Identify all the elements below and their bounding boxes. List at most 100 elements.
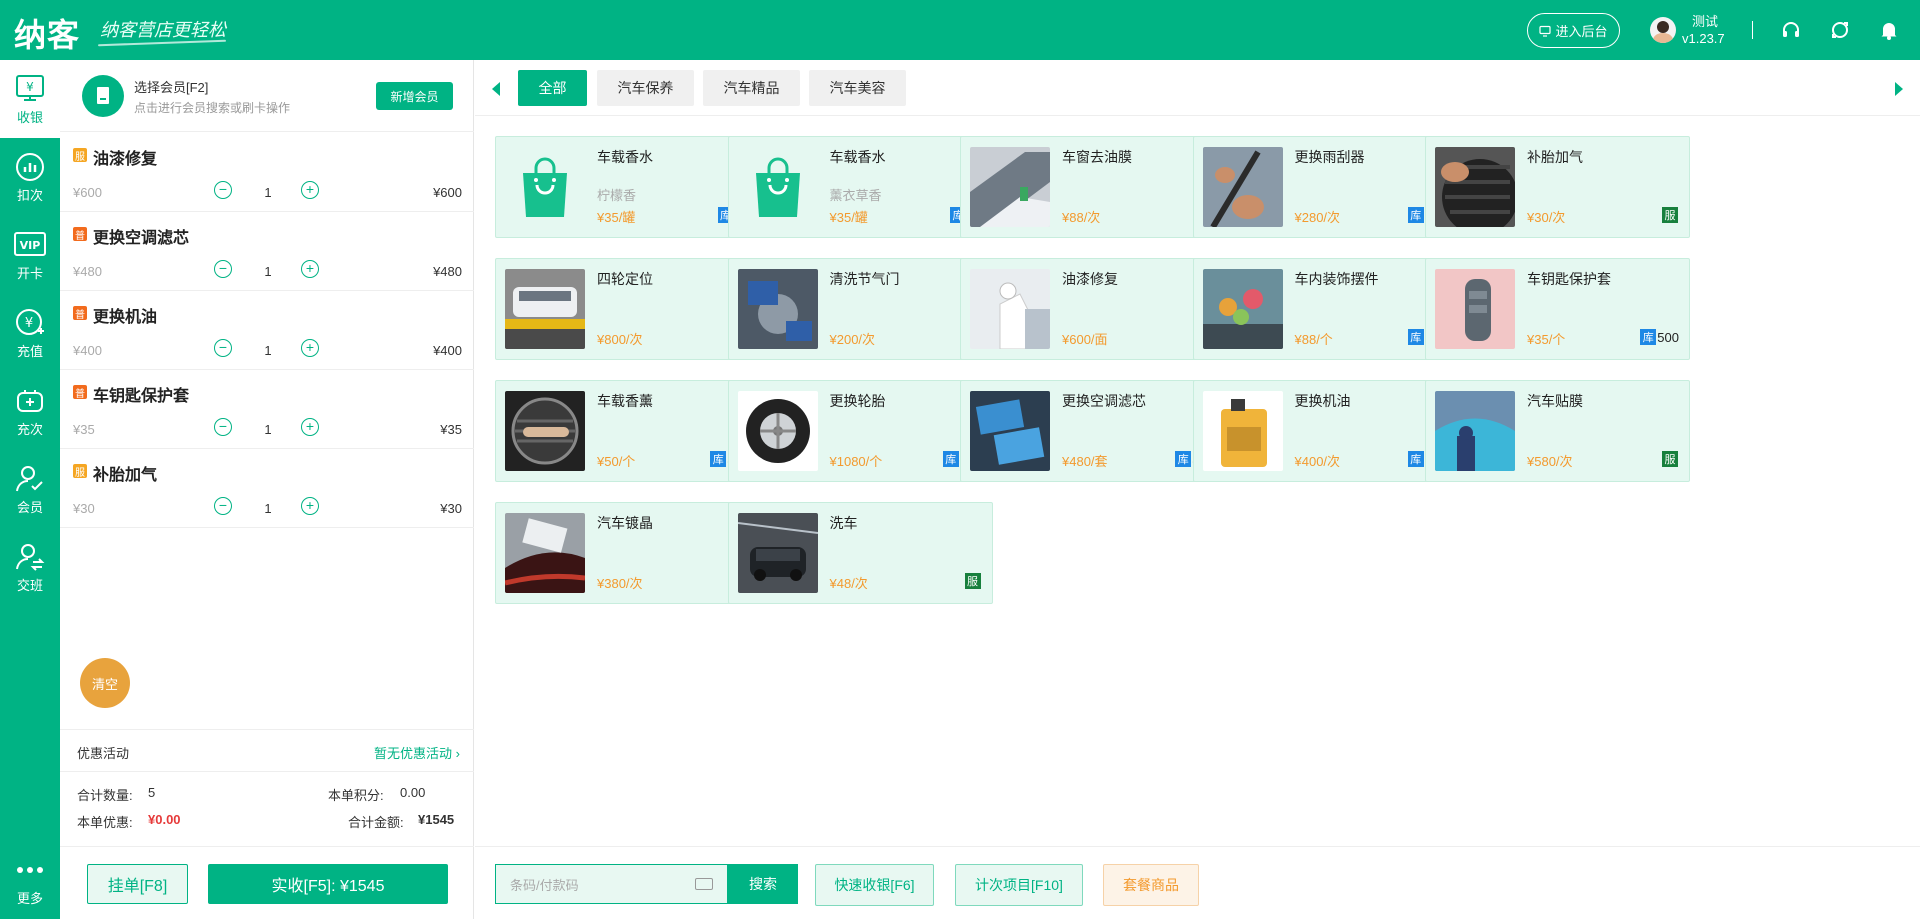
promotion-value[interactable]: 暂无优惠活动 › (374, 743, 460, 762)
tab-maintenance[interactable]: 汽车保养 (597, 70, 694, 106)
minus-icon[interactable]: − (214, 339, 232, 357)
refresh-icon[interactable] (1829, 19, 1851, 41)
promotion-row[interactable]: 优惠活动 暂无优惠活动 › (60, 729, 474, 772)
bell-icon[interactable] (1878, 19, 1900, 41)
svg-text:¥: ¥ (26, 80, 34, 94)
product-card[interactable]: 四轮定位¥800/次服 (495, 258, 760, 360)
item-name: 油漆修复 (93, 151, 158, 168)
clear-cart-button[interactable]: 清空 (80, 658, 130, 708)
product-card[interactable]: 油漆修复¥600/面服 (960, 258, 1225, 360)
product-image (737, 269, 818, 349)
sidebar-item-add-times[interactable]: 充次 (0, 372, 60, 450)
times-items-button[interactable]: 计次项目[F10] (955, 864, 1083, 906)
tab-accessories[interactable]: 汽车精品 (703, 70, 800, 106)
product-name: 车钥匙保护套 (1527, 271, 1611, 287)
tab-scroll-right-icon[interactable] (1895, 82, 1903, 96)
item-name: 更换机油 (93, 309, 158, 326)
plus-icon[interactable]: + (301, 497, 319, 515)
stock-indicator: 库500 (1640, 329, 1679, 345)
cart-item[interactable]: 服油漆修复 ¥600 − 1 + ¥600 (60, 133, 474, 212)
plus-icon[interactable]: + (301, 181, 319, 199)
product-card[interactable]: 更换空调滤芯¥480/套库500 (960, 380, 1225, 482)
sidebar-item-cashier[interactable]: ¥ 收银 (0, 60, 60, 138)
plus-icon[interactable]: + (301, 418, 319, 436)
item-quantity[interactable]: 1 (260, 422, 276, 437)
product-card[interactable]: 补胎加气 ¥30/次 服 (1425, 136, 1690, 238)
product-image (737, 391, 818, 471)
product-card[interactable]: 车载香薰¥50/个库500 (495, 380, 760, 482)
product-name: 车载香水 (597, 149, 653, 165)
product-card[interactable]: 车载香水柠檬香¥35/罐库20 (495, 136, 760, 238)
product-price: ¥480/套 (1062, 454, 1108, 469)
sidebar-item-label: 会员 (16, 499, 43, 515)
cart-item[interactable]: 普更换机油 ¥400 − 1 + ¥400 (60, 291, 474, 370)
plus-icon[interactable]: + (301, 339, 319, 357)
item-quantity[interactable]: 1 (260, 501, 276, 516)
product-card[interactable]: 清洗节气门¥200/次服 (727, 258, 993, 360)
sidebar-item-deduct[interactable]: 扣次 (0, 138, 60, 216)
cart-item[interactable]: 普车钥匙保护套 ¥35 − 1 + ¥35 (60, 370, 474, 449)
item-total: ¥30 (440, 501, 462, 516)
sidebar-item-member[interactable]: 会员 (0, 450, 60, 528)
sidebar-item-open-card[interactable]: VIP 开卡 (0, 216, 60, 294)
product-price: ¥380/次 (597, 576, 643, 591)
avatar[interactable] (1650, 17, 1676, 43)
minus-icon[interactable]: − (214, 497, 232, 515)
product-card[interactable]: 汽车贴膜 ¥580/次 服 (1425, 380, 1690, 482)
tab-scroll-left-icon[interactable] (492, 82, 500, 96)
top-bar: 纳客 纳客营店更轻松 进入后台 测试 v1.23.7 (0, 0, 1920, 60)
headset-icon[interactable] (1780, 19, 1802, 41)
item-quantity[interactable]: 1 (260, 343, 276, 358)
enter-backend-button[interactable]: 进入后台 (1527, 13, 1620, 48)
product-price: ¥50/个 (597, 454, 636, 469)
cart-item[interactable]: 服补胎加气 ¥30 − 1 + ¥30 (60, 449, 474, 528)
sidebar: ¥ 收银 扣次 VIP 开卡 ¥ 充值 充次 会员 交班 更多 (0, 60, 60, 919)
minus-icon[interactable]: − (214, 418, 232, 436)
item-quantity[interactable]: 1 (260, 185, 276, 200)
quick-checkout-button[interactable]: 快速收银[F6] (815, 864, 934, 906)
item-total: ¥35 (440, 422, 462, 437)
stock-badge: 库 (1407, 451, 1424, 467)
new-member-button[interactable]: 新增会员 (376, 82, 453, 110)
product-image (970, 269, 1050, 349)
member-select[interactable]: 选择会员[F2] 点击进行会员搜索或刷卡操作 新增会员 (60, 60, 474, 132)
app-logo: 纳客 (14, 16, 81, 54)
cart-item[interactable]: 普更换空调滤芯 ¥480 − 1 + ¥480 (60, 212, 474, 291)
product-card[interactable]: 车钥匙保护套 ¥35/个 库 500 (1425, 258, 1690, 360)
product-card[interactable]: 更换机油¥400/次库501 (1192, 380, 1458, 482)
barcode-input[interactable]: 条码/付款码 (495, 864, 728, 904)
tab-all[interactable]: 全部 (518, 70, 587, 106)
sidebar-item-label: 交班 (16, 577, 43, 593)
product-card[interactable]: 车载香水薰衣草香¥35/罐库20 (727, 136, 993, 238)
search-button[interactable]: 搜索 (728, 864, 798, 904)
product-card[interactable]: 洗车 ¥48/次 服 (727, 502, 993, 604)
sidebar-item-more[interactable]: 更多 (0, 841, 60, 919)
plus-icon[interactable]: + (301, 260, 319, 278)
product-price: ¥35/罐 (597, 210, 636, 225)
product-card[interactable]: 汽车镀晶¥380/次服 (495, 502, 760, 604)
stock-count: 500 (1657, 329, 1679, 345)
product-card[interactable]: 车窗去油膜¥88/次服 (960, 136, 1225, 238)
member-card-icon (82, 75, 124, 117)
sidebar-item-recharge[interactable]: ¥ 充值 (0, 294, 60, 372)
item-price: ¥35 (73, 422, 95, 437)
keyboard-icon[interactable] (695, 878, 713, 890)
minus-icon[interactable]: − (214, 181, 232, 199)
service-badge: 服 (1662, 451, 1678, 467)
minus-icon[interactable]: − (214, 260, 232, 278)
product-card[interactable]: 更换雨刮器¥280/次库500 (1192, 136, 1458, 238)
product-price: ¥35/罐 (829, 210, 868, 225)
svg-text:¥: ¥ (25, 316, 33, 331)
enter-backend-label: 进入后台 (1555, 24, 1608, 39)
product-card[interactable]: 更换轮胎¥1080/个库500 (727, 380, 993, 482)
stock-badge: 库 (710, 451, 727, 467)
product-name: 更换空调滤芯 (1062, 393, 1146, 409)
product-card[interactable]: 车内装饰摆件¥88/个库500 (1192, 258, 1458, 360)
tab-beauty[interactable]: 汽车美容 (809, 70, 906, 106)
package-button[interactable]: 套餐商品 (1103, 864, 1199, 906)
hold-order-button[interactable]: 挂单[F8] (87, 864, 188, 904)
pay-button[interactable]: 实收[F5]: ¥1545 (208, 864, 448, 904)
service-badge: 服 (964, 573, 981, 589)
item-quantity[interactable]: 1 (260, 264, 276, 279)
sidebar-item-shift[interactable]: 交班 (0, 528, 60, 606)
